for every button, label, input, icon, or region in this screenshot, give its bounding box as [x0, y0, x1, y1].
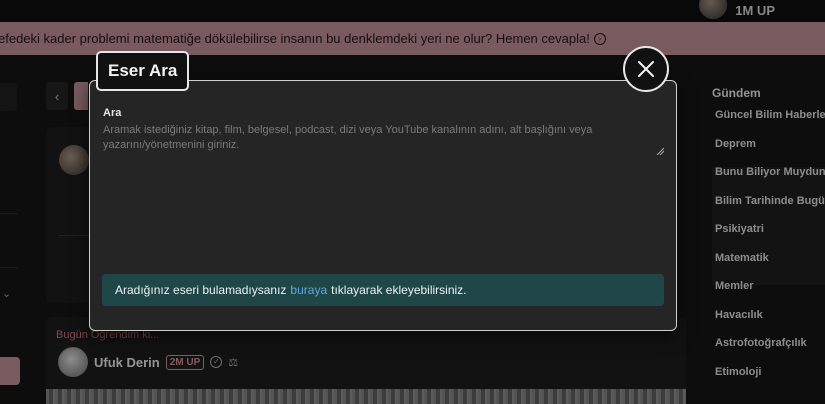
search-label: Ara — [103, 107, 122, 119]
close-button[interactable] — [623, 46, 669, 92]
notice-text: Aradığınız eseri bulamadıysanız — [115, 283, 287, 297]
search-input[interactable] — [103, 123, 665, 157]
add-work-link[interactable]: buraya — [290, 283, 327, 297]
resize-handle-icon[interactable] — [656, 147, 664, 155]
notice-text: tıklayarak ekleyebilirsiniz. — [331, 283, 467, 297]
search-modal: Ara Aradığınız eseri bulamadıysanız bura… — [89, 80, 677, 331]
modal-title-tab: Eser Ara — [96, 51, 190, 91]
add-work-notice: Aradığınız eseri bulamadıysanız buraya t… — [102, 274, 664, 306]
close-icon — [638, 61, 654, 77]
modal-title: Eser Ara — [108, 61, 178, 80]
